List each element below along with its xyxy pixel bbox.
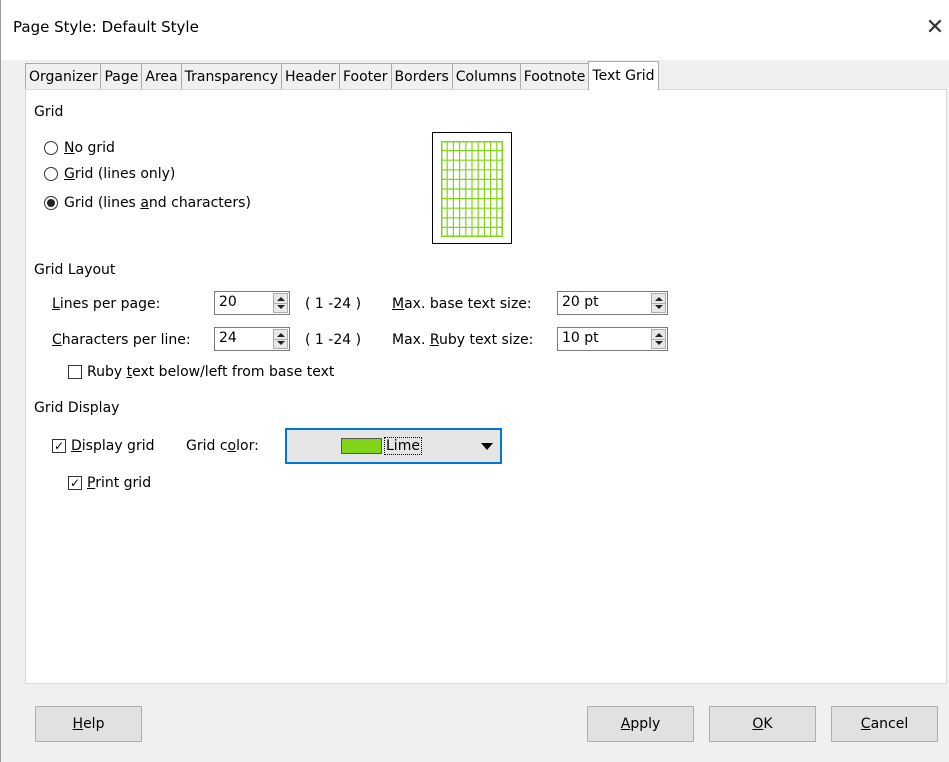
grid-preview <box>432 132 512 244</box>
spin-up-icon[interactable] <box>277 297 285 301</box>
no-grid-radio[interactable] <box>44 141 58 155</box>
ruby-below-label: Ruby text below/left from base text <box>87 364 335 380</box>
ok-button[interactable]: OK <box>709 706 816 742</box>
spin-down-icon[interactable] <box>655 341 663 345</box>
grid-color-label: Grid color: <box>186 438 259 454</box>
grid-lines-chars-option[interactable]: Grid (lines and characters) <box>44 195 251 211</box>
print-grid-label: Print grid <box>87 475 152 491</box>
spin-up-icon[interactable] <box>655 297 663 301</box>
spin-up-icon[interactable] <box>277 333 285 337</box>
chars-per-line-label: Characters per line: <box>52 332 191 348</box>
tab-area[interactable]: Area <box>141 63 182 90</box>
lines-per-page-label: Lines per page: <box>52 296 161 312</box>
chars-range-label: ( 1 -24 ) <box>305 332 362 348</box>
max-ruby-size-label: Max. Ruby text size: <box>392 332 534 348</box>
text-grid-panel: Grid No grid Grid (lines only) Grid (lin… <box>25 89 947 684</box>
grid-lines-only-radio[interactable] <box>44 167 58 181</box>
max-base-size-label: Max. base text size: <box>392 296 532 312</box>
max-base-size-spin[interactable]: 20 pt <box>557 291 668 315</box>
spin-down-icon[interactable] <box>655 305 663 309</box>
page-style-dialog: Page Style: Default Style ✕ Organizer Pa… <box>0 0 949 762</box>
display-grid-checkbox[interactable]: ✓ <box>52 439 66 453</box>
grid-lines-only-option[interactable]: Grid (lines only) <box>44 166 175 182</box>
tab-organizer[interactable]: Organizer <box>25 63 102 90</box>
grid-layout-title: Grid Layout <box>34 262 116 278</box>
spin-down-icon[interactable] <box>277 341 285 345</box>
grid-display-title: Grid Display <box>34 400 120 416</box>
max-base-size-value: 20 pt <box>562 294 599 310</box>
tab-footer[interactable]: Footer <box>338 63 392 90</box>
chars-per-line-value: 24 <box>219 330 237 346</box>
lime-color-swatch <box>341 438 382 454</box>
cancel-button[interactable]: Cancel <box>831 706 938 742</box>
tab-borders[interactable]: Borders <box>390 63 453 90</box>
chars-per-line-spin-arrows[interactable] <box>273 329 288 349</box>
grid-lines-chars-radio[interactable] <box>44 196 58 210</box>
tab-page[interactable]: Page <box>100 63 143 90</box>
grid-color-dropdown[interactable]: Lime <box>285 428 502 464</box>
tab-text-grid[interactable]: Text Grid <box>588 61 659 90</box>
grid-lines-only-label: Grid (lines only) <box>64 166 176 182</box>
print-grid-option[interactable]: ✓ Print grid <box>68 475 151 491</box>
lines-per-page-spin-arrows[interactable] <box>273 293 288 313</box>
tab-columns[interactable]: Columns <box>451 63 521 90</box>
print-grid-checkbox[interactable]: ✓ <box>68 476 82 490</box>
chevron-down-icon[interactable] <box>481 443 493 450</box>
lines-per-page-spin[interactable]: 20 <box>214 291 290 315</box>
no-grid-option[interactable]: No grid <box>44 140 115 156</box>
title-bar: Page Style: Default Style ✕ <box>1 0 949 60</box>
spin-up-icon[interactable] <box>655 333 663 337</box>
lines-per-page-value: 20 <box>219 294 237 310</box>
spin-down-icon[interactable] <box>277 305 285 309</box>
close-icon[interactable]: ✕ <box>923 14 947 42</box>
help-button[interactable]: Help <box>35 706 142 742</box>
max-ruby-size-value: 10 pt <box>562 330 599 346</box>
tab-footnote[interactable]: Footnote <box>519 63 590 90</box>
apply-button[interactable]: Apply <box>587 706 694 742</box>
max-ruby-size-spin[interactable]: 10 pt <box>557 327 668 351</box>
tab-strip: Organizer Page Area Transparency Header … <box>25 61 659 90</box>
display-grid-label: Display grid <box>71 438 155 454</box>
grid-preview-graphic <box>441 141 503 237</box>
display-grid-option[interactable]: ✓ Display grid <box>52 438 154 454</box>
grid-color-value: Lime <box>384 437 422 455</box>
ruby-below-checkbox[interactable] <box>68 365 82 379</box>
chars-per-line-spin[interactable]: 24 <box>214 327 290 351</box>
max-ruby-size-spin-arrows[interactable] <box>651 329 666 349</box>
tab-header[interactable]: Header <box>281 63 340 90</box>
tab-transparency[interactable]: Transparency <box>180 63 282 90</box>
no-grid-label: No grid <box>64 140 115 156</box>
ruby-below-option[interactable]: Ruby text below/left from base text <box>68 364 334 380</box>
grid-section-title: Grid <box>34 104 64 120</box>
grid-lines-chars-label: Grid (lines and characters) <box>64 195 251 211</box>
max-base-size-spin-arrows[interactable] <box>651 293 666 313</box>
window-title: Page Style: Default Style <box>13 18 199 36</box>
lines-range-label: ( 1 -24 ) <box>305 296 362 312</box>
